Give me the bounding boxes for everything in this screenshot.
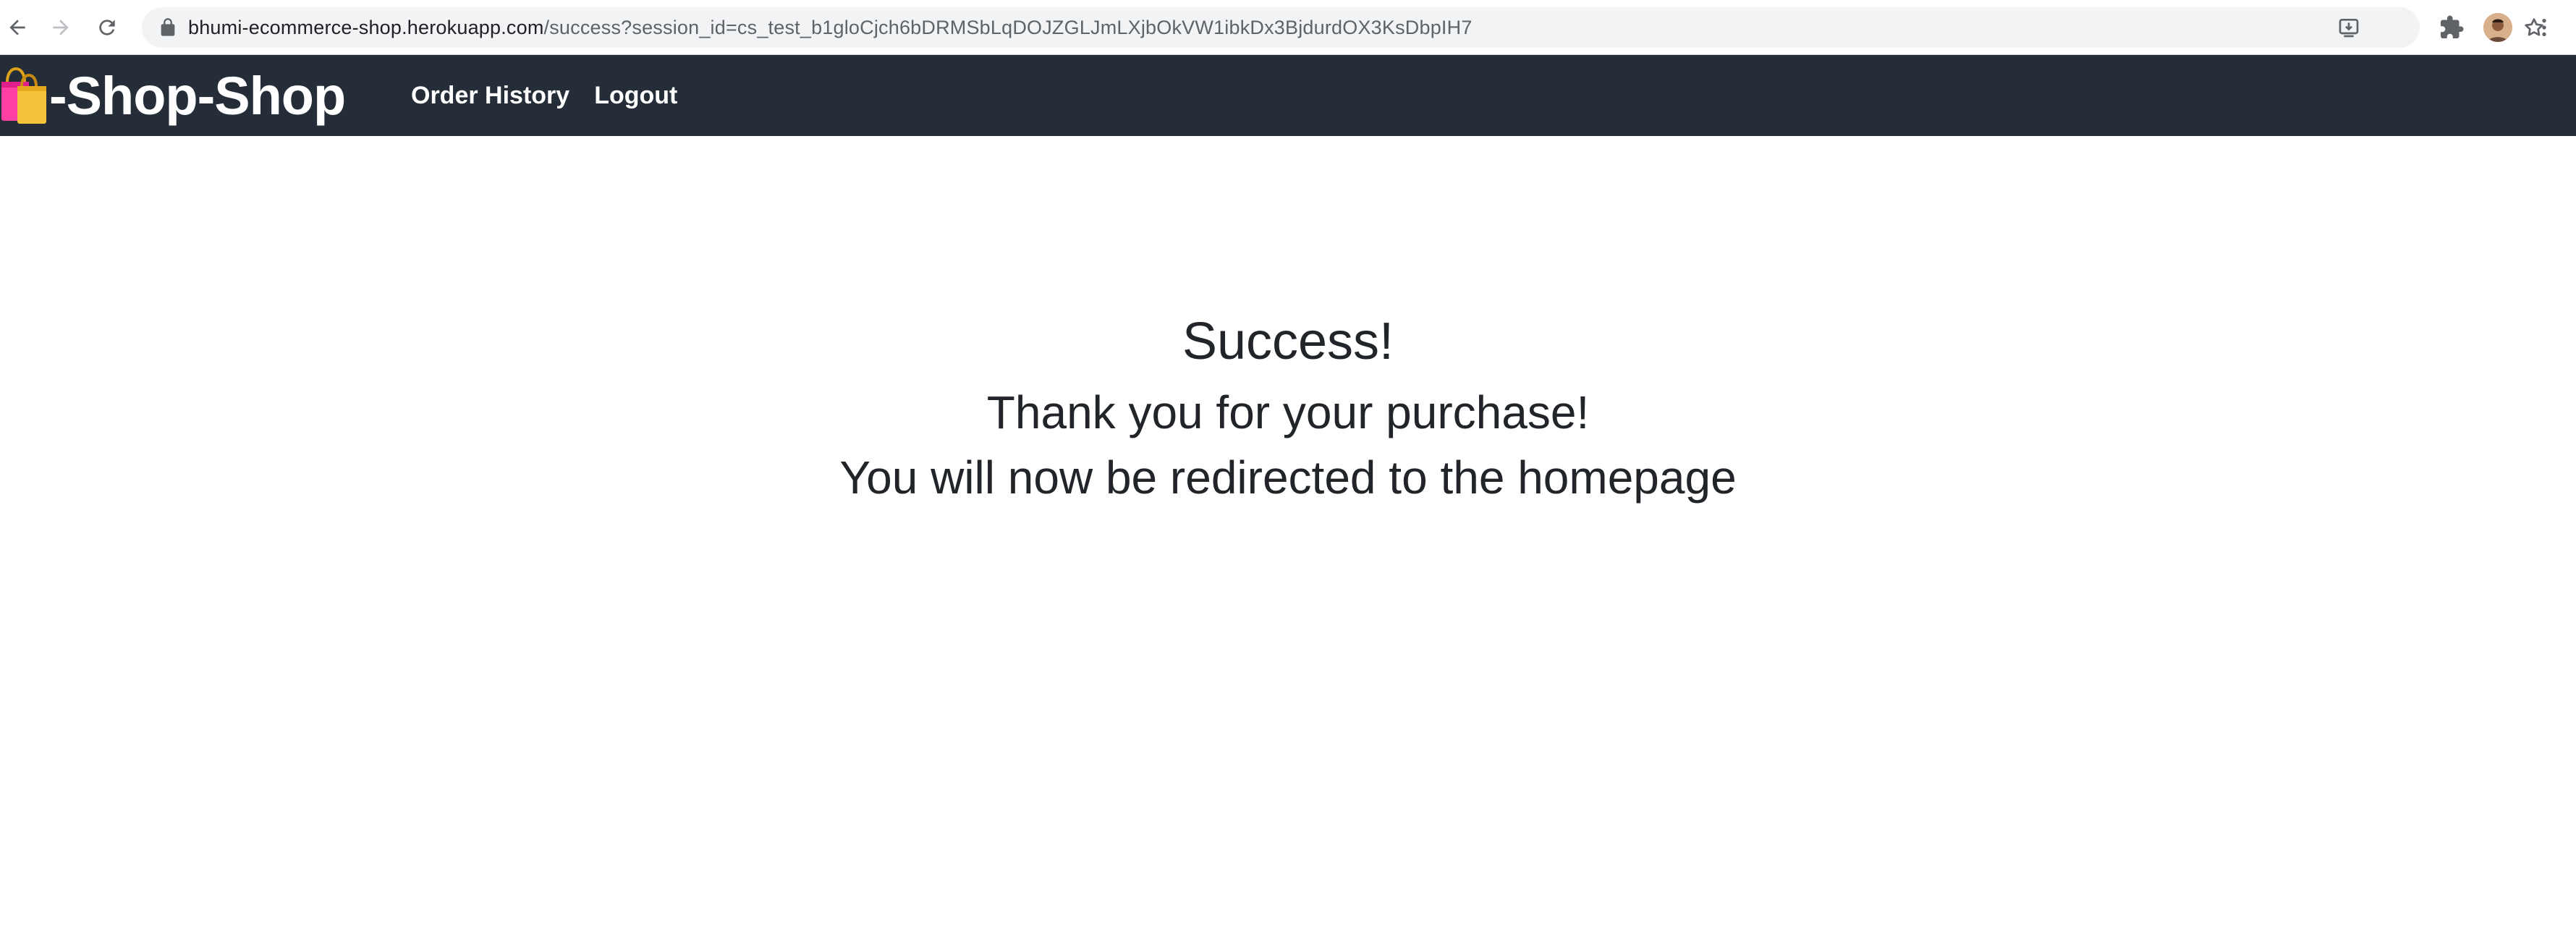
forward-button[interactable] — [43, 10, 78, 45]
logout-link[interactable]: Logout — [594, 82, 677, 110]
reload-button[interactable] — [90, 10, 124, 45]
reload-icon — [99, 20, 115, 35]
url-path: /success?session_id=cs_test_b1gloCjch6bD… — [543, 17, 1473, 38]
browser-toolbar: bhumi-ecommerce-shop.herokuapp.com/succe… — [0, 0, 2576, 55]
app-header: -Shop-Shop Order History Logout — [0, 55, 2576, 136]
avatar[interactable] — [2483, 13, 2512, 42]
lock-icon[interactable] — [158, 17, 178, 38]
redirect-message: You will now be redirected to the homepa… — [839, 451, 1737, 504]
profile-photo — [2483, 13, 2512, 42]
kebab-menu-icon — [2542, 19, 2546, 36]
brand-name: -Shop-Shop — [49, 65, 346, 126]
back-arrow-icon — [9, 20, 25, 35]
extensions-button[interactable] — [2437, 13, 2466, 42]
browser-menu-button[interactable] — [2530, 13, 2559, 42]
back-button[interactable] — [0, 10, 35, 45]
address-bar[interactable]: bhumi-ecommerce-shop.herokuapp.com/succe… — [142, 7, 2543, 48]
install-app-icon[interactable] — [2337, 16, 2360, 39]
url-host: bhumi-ecommerce-shop.herokuapp.com — [188, 17, 544, 38]
shopping-bags-icon — [1, 67, 46, 124]
thank-you-message: Thank you for your purchase! — [986, 386, 1590, 438]
success-heading: Success! — [1182, 313, 1394, 370]
order-history-link[interactable]: Order History — [411, 82, 569, 110]
brand-link[interactable]: -Shop-Shop — [0, 55, 346, 136]
url-text[interactable]: bhumi-ecommerce-shop.herokuapp.com/succe… — [188, 7, 1473, 48]
puzzle-icon — [2441, 15, 2464, 38]
main-nav: Order History Logout — [411, 55, 702, 136]
forward-arrow-icon — [53, 20, 69, 35]
success-content: Success! Thank you for your purchase! Yo… — [0, 136, 2576, 942]
